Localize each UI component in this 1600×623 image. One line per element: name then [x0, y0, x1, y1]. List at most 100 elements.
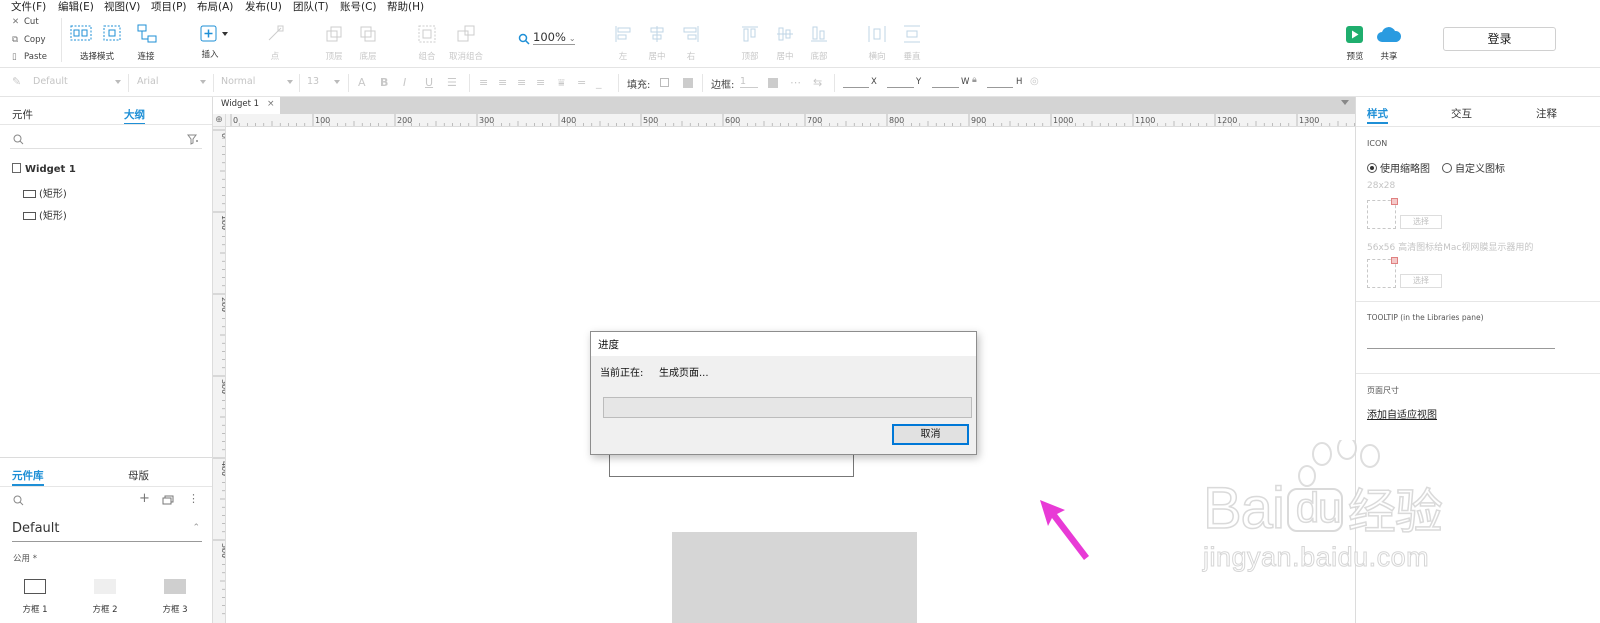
pick-small-button[interactable]: 选择 — [1400, 215, 1442, 229]
align-text-right-icon[interactable]: ≡ — [517, 76, 526, 89]
visibility-icon[interactable]: ◎ — [1030, 76, 1039, 87]
thumb-large-placeholder[interactable] — [1367, 257, 1398, 288]
copy-button[interactable]: ⧉ Copy — [12, 35, 46, 45]
cancel-button[interactable]: 取消 — [892, 424, 969, 445]
point-icon[interactable] — [266, 25, 284, 43]
select-mode-icon[interactable] — [70, 24, 122, 44]
border-style-icon[interactable]: ⋯ — [790, 76, 801, 89]
align-middle-icon[interactable] — [776, 25, 794, 43]
add-adaptive-view-link[interactable]: 添加自适应视图 — [1367, 406, 1437, 421]
library-box2-icon[interactable] — [94, 579, 116, 594]
send-bottom-icon[interactable] — [359, 25, 377, 43]
align-bottom-label[interactable]: 底部 — [810, 50, 827, 62]
distribute-horizontal-label[interactable]: 横向 — [868, 50, 885, 62]
align-center-icon[interactable] — [648, 25, 666, 43]
library-search-input[interactable]: + ⋮ — [10, 491, 202, 510]
thumb-small-placeholder[interactable] — [1367, 198, 1398, 229]
tab-notes[interactable]: 注释 — [1536, 106, 1557, 121]
tab-widgets[interactable]: 元件 — [12, 107, 33, 122]
fill-gradient-icon[interactable] — [683, 78, 693, 88]
align-top-icon[interactable] — [741, 25, 759, 43]
cut-button[interactable]: ✕ Cut — [12, 17, 39, 27]
filter-icon[interactable] — [187, 134, 199, 145]
tab-masters[interactable]: 母版 — [128, 468, 149, 483]
tab-widget-1[interactable]: Widget 1 × — [213, 97, 280, 114]
underline-icon[interactable]: U — [425, 76, 433, 89]
zoom-select[interactable]: 100% ⌄ — [533, 30, 576, 45]
list-icon[interactable]: ☰ — [447, 76, 457, 89]
font-color-icon[interactable]: A — [358, 76, 366, 89]
point-label[interactable]: 点 — [271, 50, 280, 62]
preview-label[interactable]: 预览 — [1346, 50, 1363, 62]
library-stack-icon[interactable] — [162, 495, 174, 505]
library-select[interactable]: Default ⌃ — [12, 521, 202, 542]
insert-label[interactable]: 插入 — [201, 48, 218, 60]
ungroup-label[interactable]: 取消组合 — [449, 50, 483, 62]
arrow-style-icon[interactable]: ⇆ — [813, 76, 822, 89]
border-color-swatch[interactable] — [768, 78, 778, 88]
tab-list-caret-icon[interactable] — [1341, 100, 1349, 105]
style-select[interactable]: Default — [33, 76, 68, 87]
valign-middle-icon[interactable]: = — [577, 76, 586, 89]
align-right-label[interactable]: 右 — [687, 50, 696, 62]
y-input[interactable] — [887, 78, 914, 88]
connect-icon[interactable] — [137, 24, 157, 44]
outline-item-widget[interactable]: Widget 1 — [12, 163, 76, 175]
select-mode-label[interactable]: 选择模式 — [80, 50, 114, 62]
connect-label[interactable]: 连接 — [137, 50, 154, 62]
align-center-label[interactable]: 居中 — [648, 50, 665, 62]
font-weight-select[interactable]: Normal — [221, 76, 255, 87]
close-tab-icon[interactable]: × — [267, 99, 275, 109]
library-box1-icon[interactable] — [24, 579, 46, 594]
radio-custom-icon[interactable]: 自定义图标 — [1442, 160, 1505, 175]
send-bottom-label[interactable]: 底层 — [359, 50, 376, 62]
bold-icon[interactable]: B — [380, 76, 388, 89]
bring-top-label[interactable]: 顶层 — [325, 50, 342, 62]
ruler-origin-icon[interactable]: ⊕ — [213, 114, 226, 127]
distribute-vertical-icon[interactable] — [903, 25, 921, 43]
group-label[interactable]: 组合 — [418, 50, 435, 62]
italic-icon[interactable]: I — [403, 76, 406, 89]
outline-search-input[interactable] — [10, 131, 202, 149]
fill-color-swatch[interactable] — [660, 78, 669, 87]
bring-top-icon[interactable] — [325, 25, 343, 43]
pick-large-button[interactable]: 选择 — [1400, 274, 1442, 288]
align-top-label[interactable]: 顶部 — [741, 50, 758, 62]
outline-item-rect[interactable]: (矩形) — [23, 207, 67, 222]
library-box3-icon[interactable] — [164, 579, 186, 594]
valign-bottom-icon[interactable]: _ — [596, 76, 602, 89]
valign-top-icon[interactable]: ⩸ — [558, 76, 565, 90]
lock-ratio-icon[interactable]: 🔒︎ — [972, 75, 977, 85]
align-right-icon[interactable] — [682, 25, 700, 43]
canvas-rectangle-2[interactable] — [672, 532, 917, 623]
paste-button[interactable]: ▯ Paste — [12, 52, 47, 62]
radio-use-thumbnail[interactable]: 使用缩略图 — [1367, 160, 1430, 175]
outline-item-rect[interactable]: (矩形) — [23, 185, 67, 200]
insert-icon[interactable] — [200, 25, 232, 43]
height-input[interactable] — [987, 78, 1013, 88]
tab-interactions[interactable]: 交互 — [1451, 106, 1472, 121]
align-text-center-icon[interactable]: ≡ — [498, 76, 507, 89]
tab-style[interactable]: 样式 — [1367, 106, 1388, 124]
login-button[interactable]: 登录 — [1443, 27, 1556, 51]
align-middle-label[interactable]: 居中 — [776, 50, 793, 62]
share-label[interactable]: 共享 — [1380, 50, 1397, 62]
align-left-icon[interactable] — [614, 25, 632, 43]
distribute-horizontal-icon[interactable] — [868, 25, 886, 43]
distribute-vertical-label[interactable]: 垂直 — [903, 50, 920, 62]
font-select[interactable]: Arial — [137, 76, 159, 87]
preview-icon[interactable] — [1346, 26, 1363, 43]
align-left-label[interactable]: 左 — [619, 50, 628, 62]
tab-outline[interactable]: 大纲 — [124, 107, 145, 125]
more-options-icon[interactable]: ⋮ — [188, 492, 199, 505]
align-bottom-icon[interactable] — [810, 25, 828, 43]
ungroup-icon[interactable] — [457, 25, 475, 43]
x-input[interactable] — [843, 78, 869, 88]
add-library-icon[interactable]: + — [139, 491, 150, 506]
align-text-left-icon[interactable]: ≡ — [479, 76, 488, 89]
group-icon[interactable] — [418, 25, 436, 43]
share-cloud-icon[interactable] — [1376, 26, 1402, 44]
width-input[interactable] — [932, 78, 959, 88]
justify-text-icon[interactable]: ≡ — [536, 76, 545, 89]
border-width-input[interactable]: 1 — [740, 76, 758, 88]
